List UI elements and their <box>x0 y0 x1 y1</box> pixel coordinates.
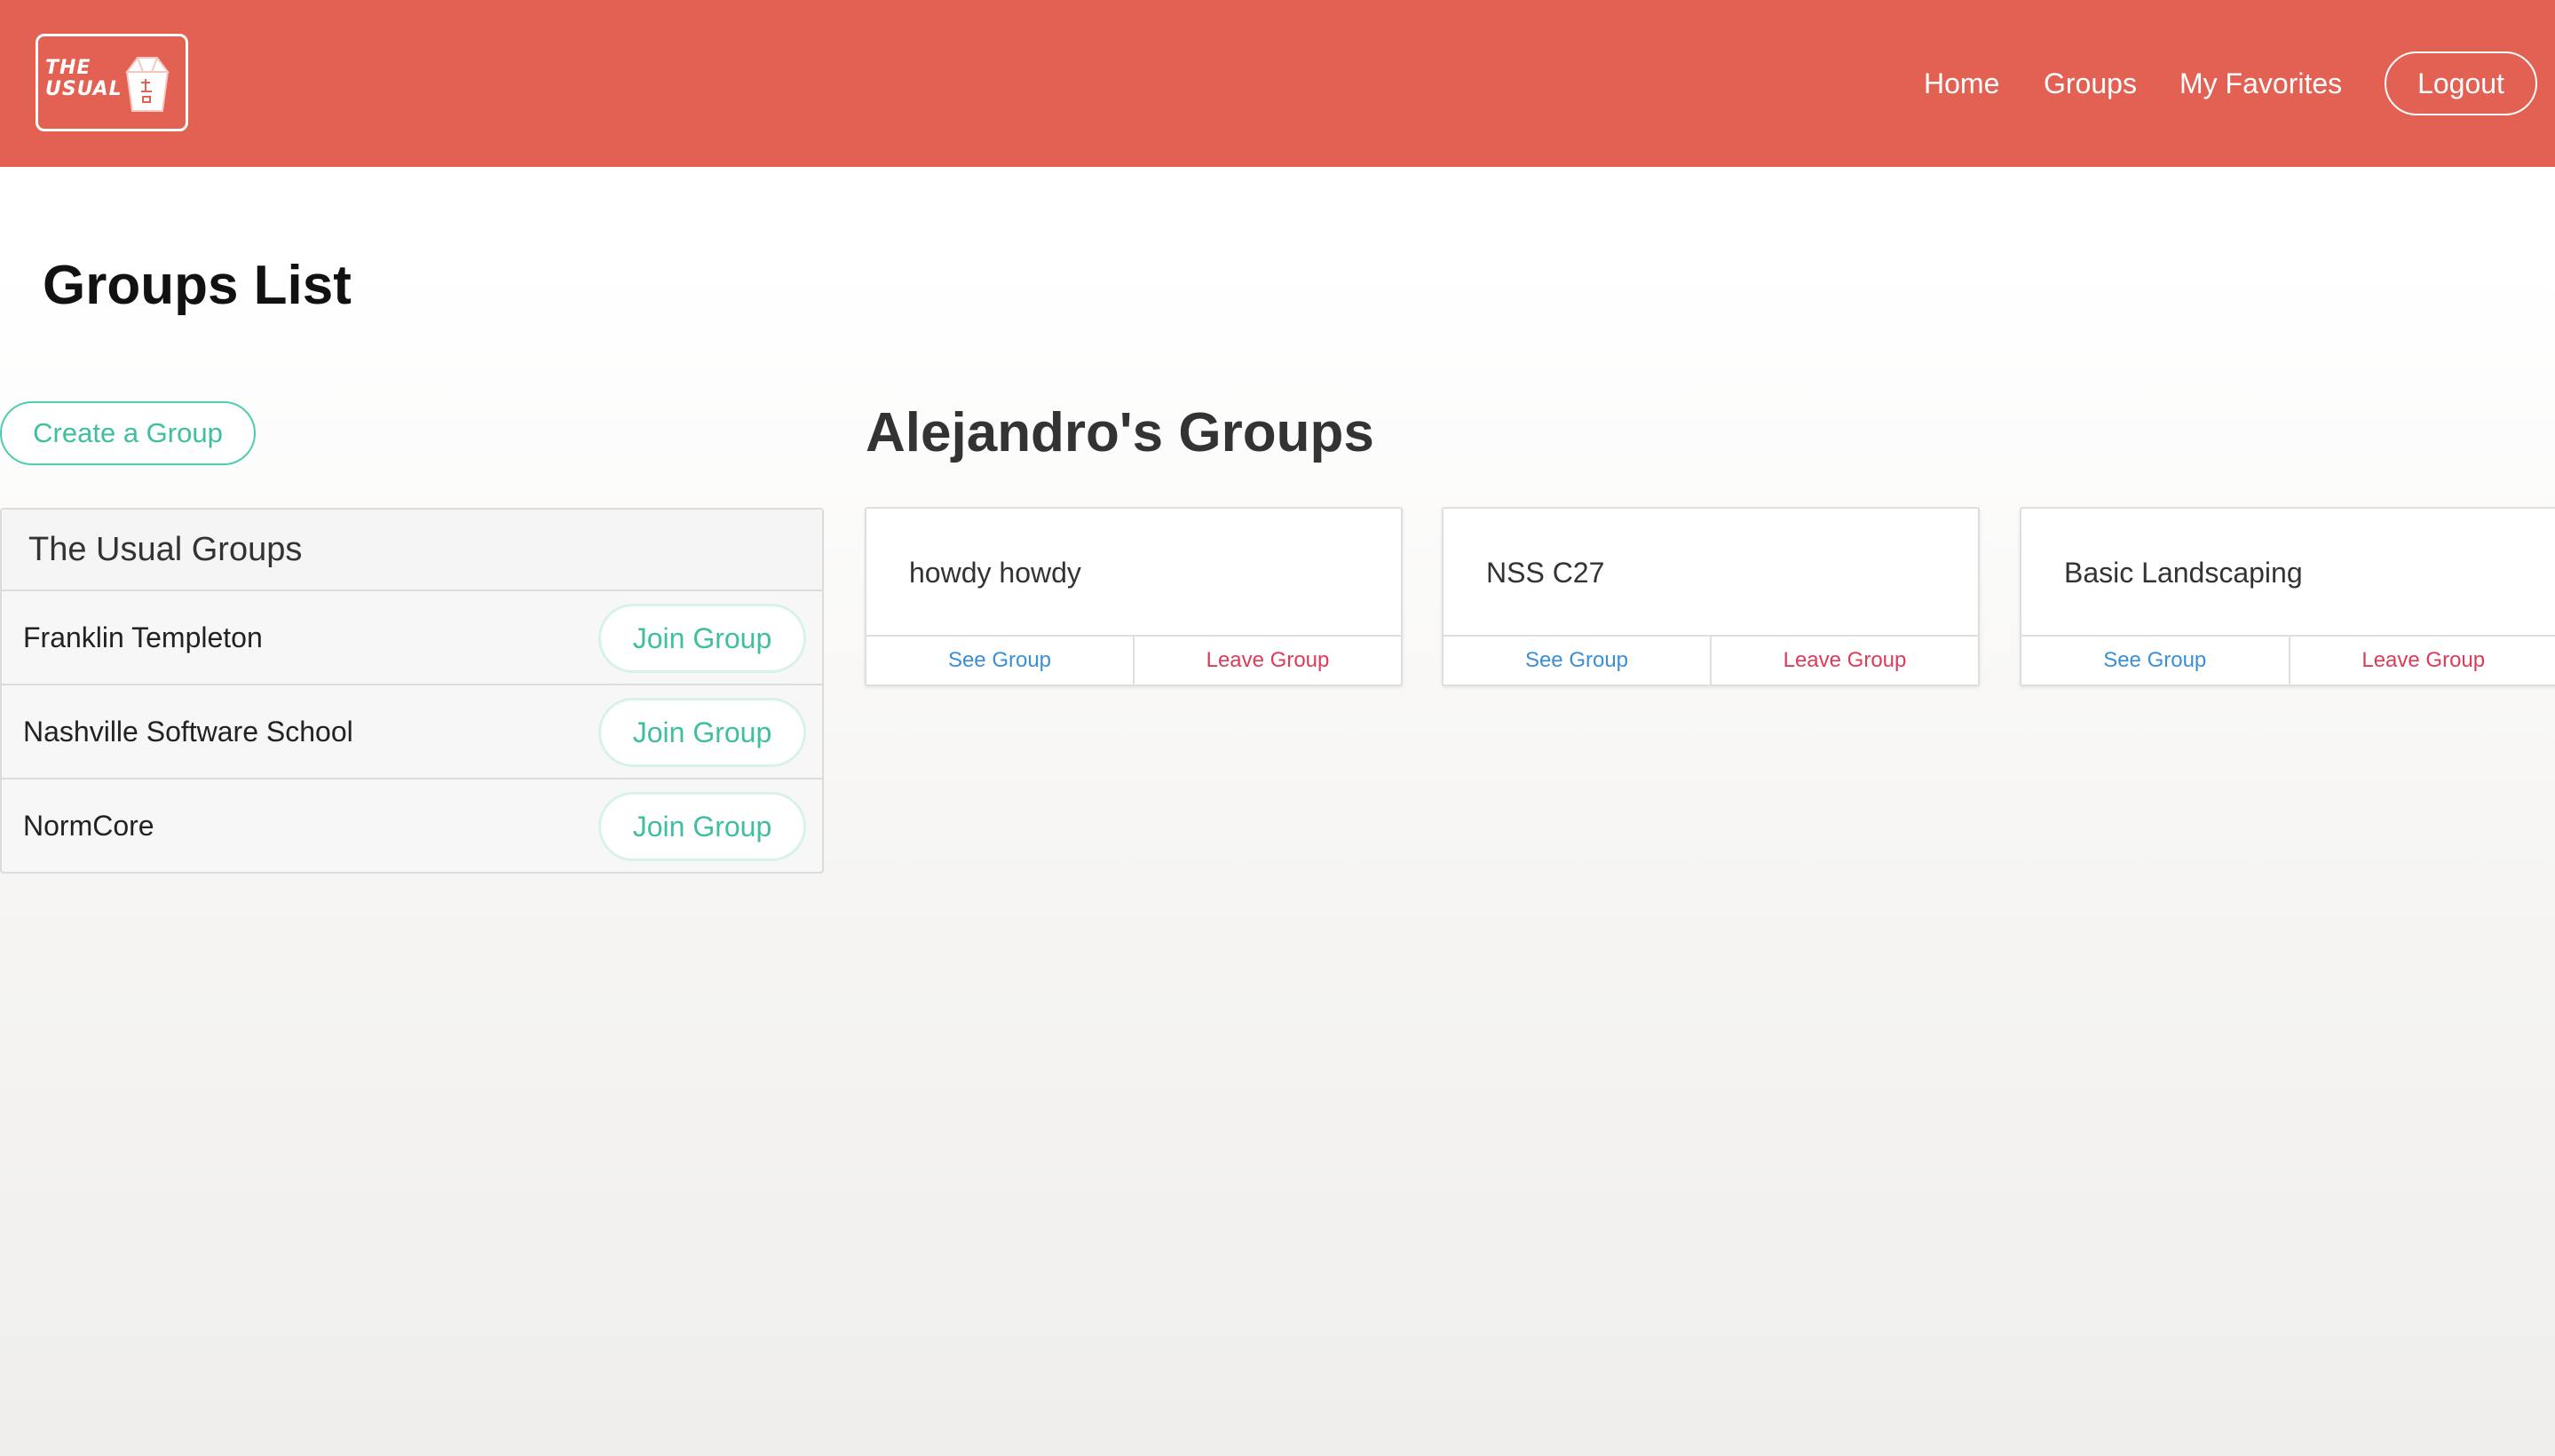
group-card: Basic Landscaping See Group Leave Group <box>2020 507 2555 686</box>
join-group-button[interactable]: Join Group <box>598 698 806 767</box>
group-name: Nashville Software School <box>23 716 353 748</box>
leave-group-button[interactable]: Leave Group <box>1712 637 1978 684</box>
nav-home-link[interactable]: Home <box>1924 64 1999 103</box>
see-group-button[interactable]: See Group <box>866 637 1135 684</box>
logo-wordmark: THE USUAL <box>45 58 123 100</box>
usual-groups-panel: The Usual Groups Franklin Templeton Join… <box>0 508 824 874</box>
card-group-name: Basic Landscaping <box>2064 557 2303 589</box>
join-group-button[interactable]: Join Group <box>598 604 806 673</box>
see-group-button[interactable]: See Group <box>2021 637 2290 684</box>
logout-button[interactable]: Logout <box>2385 51 2537 115</box>
join-group-button[interactable]: Join Group <box>598 792 806 861</box>
card-actions: See Group Leave Group <box>2021 635 2555 684</box>
takeout-box-icon <box>120 52 175 115</box>
top-navbar: THE USUAL Home Groups My Favorites Logou… <box>0 0 2555 167</box>
my-groups-title: Alejandro's Groups <box>866 402 1374 463</box>
card-actions: See Group Leave Group <box>866 635 1401 684</box>
group-card: NSS C27 See Group Leave Group <box>1442 507 1980 686</box>
leave-group-button[interactable]: Leave Group <box>2290 637 2555 684</box>
card-group-name: NSS C27 <box>1486 557 1605 589</box>
logo-text-line2: USUAL <box>45 78 123 100</box>
leave-group-button[interactable]: Leave Group <box>1135 637 1401 684</box>
nav-favorites-link[interactable]: My Favorites <box>2179 64 2342 103</box>
nav-groups-link[interactable]: Groups <box>2044 64 2137 103</box>
app-logo[interactable]: THE USUAL <box>36 34 188 131</box>
card-group-name: howdy howdy <box>909 557 1081 589</box>
create-group-button[interactable]: Create a Group <box>0 401 256 465</box>
panel-title: The Usual Groups <box>2 510 822 591</box>
logo-text-line1: THE <box>45 57 91 79</box>
group-card: howdy howdy See Group Leave Group <box>865 507 1403 686</box>
see-group-button[interactable]: See Group <box>1444 637 1712 684</box>
card-actions: See Group Leave Group <box>1444 635 1978 684</box>
list-item: Nashville Software School Join Group <box>2 685 822 779</box>
list-item: NormCore Join Group <box>2 779 822 874</box>
group-name: NormCore <box>23 810 154 842</box>
list-item: Franklin Templeton Join Group <box>2 591 822 685</box>
group-name: Franklin Templeton <box>23 621 263 653</box>
page-title: Groups List <box>43 255 352 316</box>
